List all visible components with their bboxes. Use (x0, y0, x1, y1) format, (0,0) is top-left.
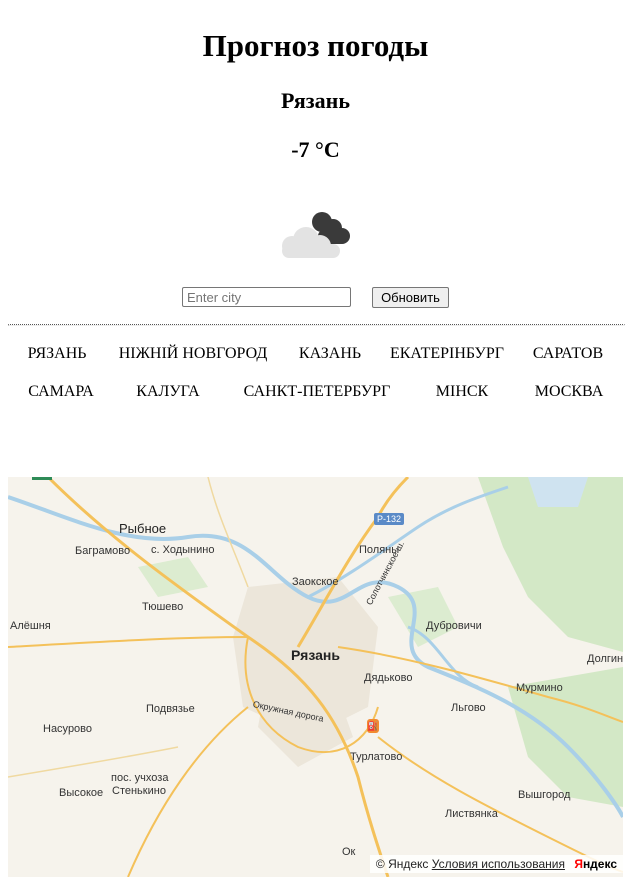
city-link-minsk[interactable]: МIНСК (436, 383, 488, 401)
map-label-dyadkovo: Дядьково (364, 672, 413, 684)
city-link-kazan[interactable]: КАЗАНЬ (299, 345, 361, 363)
city-link-ryazan[interactable]: РЯЗАНЬ (28, 345, 87, 363)
map-label-khodynino: с. Ходынино (151, 544, 215, 556)
map-label-ok: Ок (342, 846, 356, 858)
city-link-ekaterinburg[interactable]: ЕКАТЕРIНБУРГ (390, 345, 504, 363)
map-label-nasurovo: Насурово (43, 723, 93, 735)
map-label-podvyazye: Подвязье (146, 703, 195, 715)
yandex-map[interactable]: Р-132 ⛽ Рыбное Баграмово с. Ходынино Тюш… (8, 477, 623, 877)
map-label-rybnoe: Рыбное (119, 521, 167, 536)
city-search-input[interactable] (182, 287, 351, 307)
cloudy-night-icon (278, 206, 356, 262)
map-label-murmino: Мурмино (516, 682, 563, 694)
yandex-logo-rest: ндекс (582, 857, 617, 871)
yandex-logo[interactable]: Яндекс (574, 857, 617, 871)
map-label-lgovo: Льгово (451, 702, 486, 714)
map-label-dolginino: Долгин (587, 653, 623, 665)
map-label-vyshgorod: Вышгород (518, 789, 571, 801)
map-terms-link[interactable]: Условия использования (432, 857, 565, 871)
city-link-nizhny-novgorod[interactable]: НIЖНIЙ НОВГОРОД (119, 345, 268, 363)
map-label-vysokoe: Высокое (59, 787, 104, 799)
map-copyright: © Яндекс (375, 857, 429, 871)
map-attribution: © Яндекс Условия использования Яндекс (369, 855, 623, 873)
update-button[interactable]: Обновить (372, 287, 449, 308)
temperature: -7 °C (291, 137, 340, 162)
map-marker-tab (32, 477, 52, 480)
map-label-tyushevo: Тюшево (142, 601, 184, 613)
yandex-logo-first: Я (574, 857, 583, 871)
city-link-samara[interactable]: САМАРА (28, 383, 94, 401)
city-link-saint-petersburg[interactable]: САНКТ-ПЕТЕРБУРГ (244, 383, 391, 401)
road-badge: Р-132 (374, 513, 405, 525)
city-link-kaluga[interactable]: КАЛУГА (136, 383, 199, 401)
divider (8, 324, 625, 326)
current-city: Рязань (281, 88, 350, 113)
map-label-uchkhoza: пос. учхоза (111, 772, 169, 784)
city-link-moscow[interactable]: МОСКВА (535, 383, 604, 401)
map-canvas (8, 477, 623, 877)
map-label-dubrovichi: Дубровичи (426, 620, 482, 632)
map-label-turlatovo: Турлатово (350, 751, 403, 763)
map-label-zaokskoe: Заокское (292, 576, 339, 588)
city-link-saratov[interactable]: САРАТОВ (533, 345, 603, 363)
fuel-station-icon: ⛽ (367, 719, 379, 733)
map-label-listvyanka: Листвянка (445, 808, 498, 820)
page-title: Прогноз погоды (202, 28, 429, 63)
map-label-stenkino: Стенькино (112, 785, 166, 797)
map-label-alyoshnya: Алёшня (10, 620, 51, 632)
map-label-bagramovo: Баграмово (75, 545, 131, 557)
map-label-ryazan: Рязань (291, 647, 340, 663)
